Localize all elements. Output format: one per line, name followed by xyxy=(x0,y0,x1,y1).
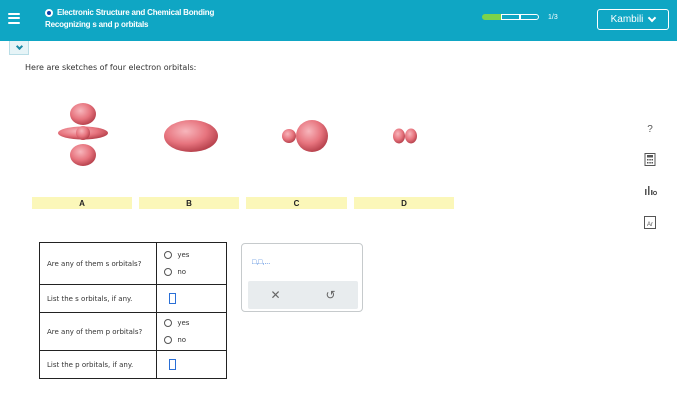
collapse-toggle[interactable] xyxy=(9,41,29,55)
progress-segment-1 xyxy=(482,14,501,20)
progress-segment-3 xyxy=(520,14,539,20)
question-s-list: List the s orbitals, if any. xyxy=(38,284,158,313)
answer-p-list xyxy=(156,350,227,379)
subtopic-title: Recognizing s and p orbitals xyxy=(45,20,149,29)
language-label: Kambili xyxy=(610,14,644,25)
question-icon[interactable]: ? xyxy=(643,122,657,136)
chevron-down-icon xyxy=(648,13,657,22)
undo-icon[interactable]: ↺ xyxy=(325,288,335,302)
radio-label: yes xyxy=(177,319,190,327)
progress-segment-2 xyxy=(501,14,520,20)
answer-s-list xyxy=(156,284,227,313)
radio-circle-icon xyxy=(164,251,173,259)
close-icon[interactable]: ✕ xyxy=(270,288,280,302)
orbital-d-image xyxy=(393,128,417,144)
symbol-list-button[interactable]: □,□,... xyxy=(252,259,270,266)
calculator-icon[interactable] xyxy=(643,152,657,166)
radio-p-yes[interactable]: yes xyxy=(164,315,226,332)
radio-label: no xyxy=(177,268,187,276)
radio-circle-icon xyxy=(164,268,173,276)
s-orbitals-input[interactable] xyxy=(169,293,177,304)
table-row: List the s orbitals, if any. xyxy=(38,284,227,313)
question-p-list: List the p orbitals, if any. xyxy=(38,350,158,379)
question-p-exists: Are any of them p orbitals? xyxy=(38,312,158,351)
topic-text: Electronic Structure and Chemical Bondin… xyxy=(57,8,215,17)
orbital-b-image xyxy=(164,120,218,152)
topic-title: Electronic Structure and Chemical Bondin… xyxy=(45,8,214,17)
radio-s-no[interactable]: no xyxy=(164,264,226,281)
orbital-a-image xyxy=(58,103,108,166)
language-button[interactable]: Kambili xyxy=(597,9,669,30)
answer-p-exists: yes no xyxy=(156,312,227,351)
table-row: Are any of them s orbitals? yes no xyxy=(38,242,227,285)
radio-p-no[interactable]: no xyxy=(164,332,226,349)
table-row: List the p orbitals, if any. xyxy=(38,350,227,379)
answer-s-exists: yes no xyxy=(156,242,227,285)
topic-dot-icon xyxy=(45,8,53,17)
chevron-down-icon xyxy=(15,42,23,50)
periodic-table-icon[interactable]: Ar xyxy=(643,215,657,229)
menu-icon[interactable] xyxy=(4,3,24,33)
intro-text: Here are sketches of four electron orbit… xyxy=(25,63,197,72)
question-table: Are any of them s orbitals? yes no List … xyxy=(38,242,227,379)
orbital-c-image xyxy=(282,120,328,152)
orbital-label-a: A xyxy=(32,197,132,209)
top-bar: Electronic Structure and Chemical Bondin… xyxy=(0,0,677,41)
orbital-label-c: C xyxy=(246,197,347,209)
question-s-exists: Are any of them s orbitals? xyxy=(38,242,158,285)
chart-icon[interactable] xyxy=(643,183,657,197)
radio-label: yes xyxy=(177,251,190,259)
p-orbitals-input[interactable] xyxy=(169,359,177,370)
table-row: Are any of them p orbitals? yes no xyxy=(38,312,227,351)
progress-bar xyxy=(482,14,539,20)
palette-toolbar: ✕ ↺ xyxy=(248,281,358,309)
radio-s-yes[interactable]: yes xyxy=(164,247,226,264)
radio-label: no xyxy=(177,336,187,344)
radio-circle-icon xyxy=(164,336,173,344)
svg-text:Ar: Ar xyxy=(647,222,653,228)
progress-text: 1/3 xyxy=(548,14,558,21)
radio-circle-icon xyxy=(164,319,173,327)
orbital-label-d: D xyxy=(354,197,454,209)
answer-palette: □,□,... ✕ ↺ xyxy=(241,243,363,312)
orbital-label-b: B xyxy=(139,197,239,209)
